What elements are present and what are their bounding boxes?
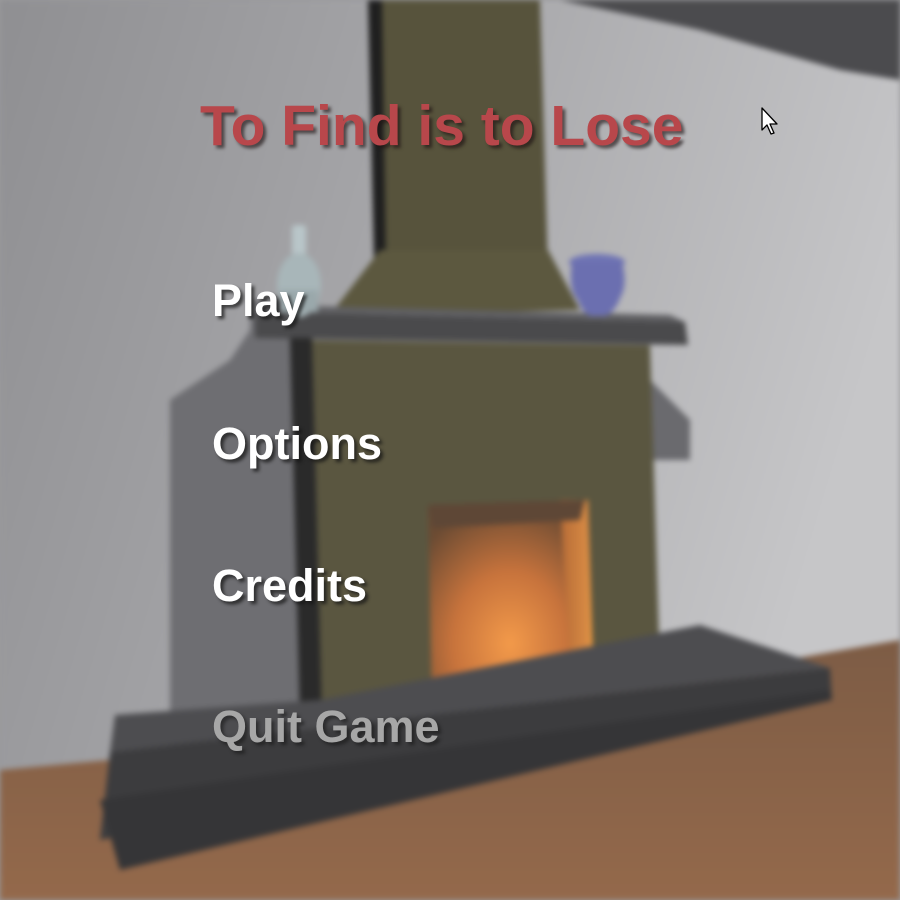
mouse-pointer-icon xyxy=(761,107,778,135)
quit-game-button[interactable]: Quit Game xyxy=(212,704,440,749)
options-button[interactable]: Options xyxy=(212,421,382,466)
credits-button[interactable]: Credits xyxy=(212,563,367,608)
game-title: To Find is to Lose xyxy=(200,94,684,158)
game-menu-screen: To Find is to Lose Play Options Credits … xyxy=(0,0,900,900)
play-button[interactable]: Play xyxy=(212,278,305,323)
